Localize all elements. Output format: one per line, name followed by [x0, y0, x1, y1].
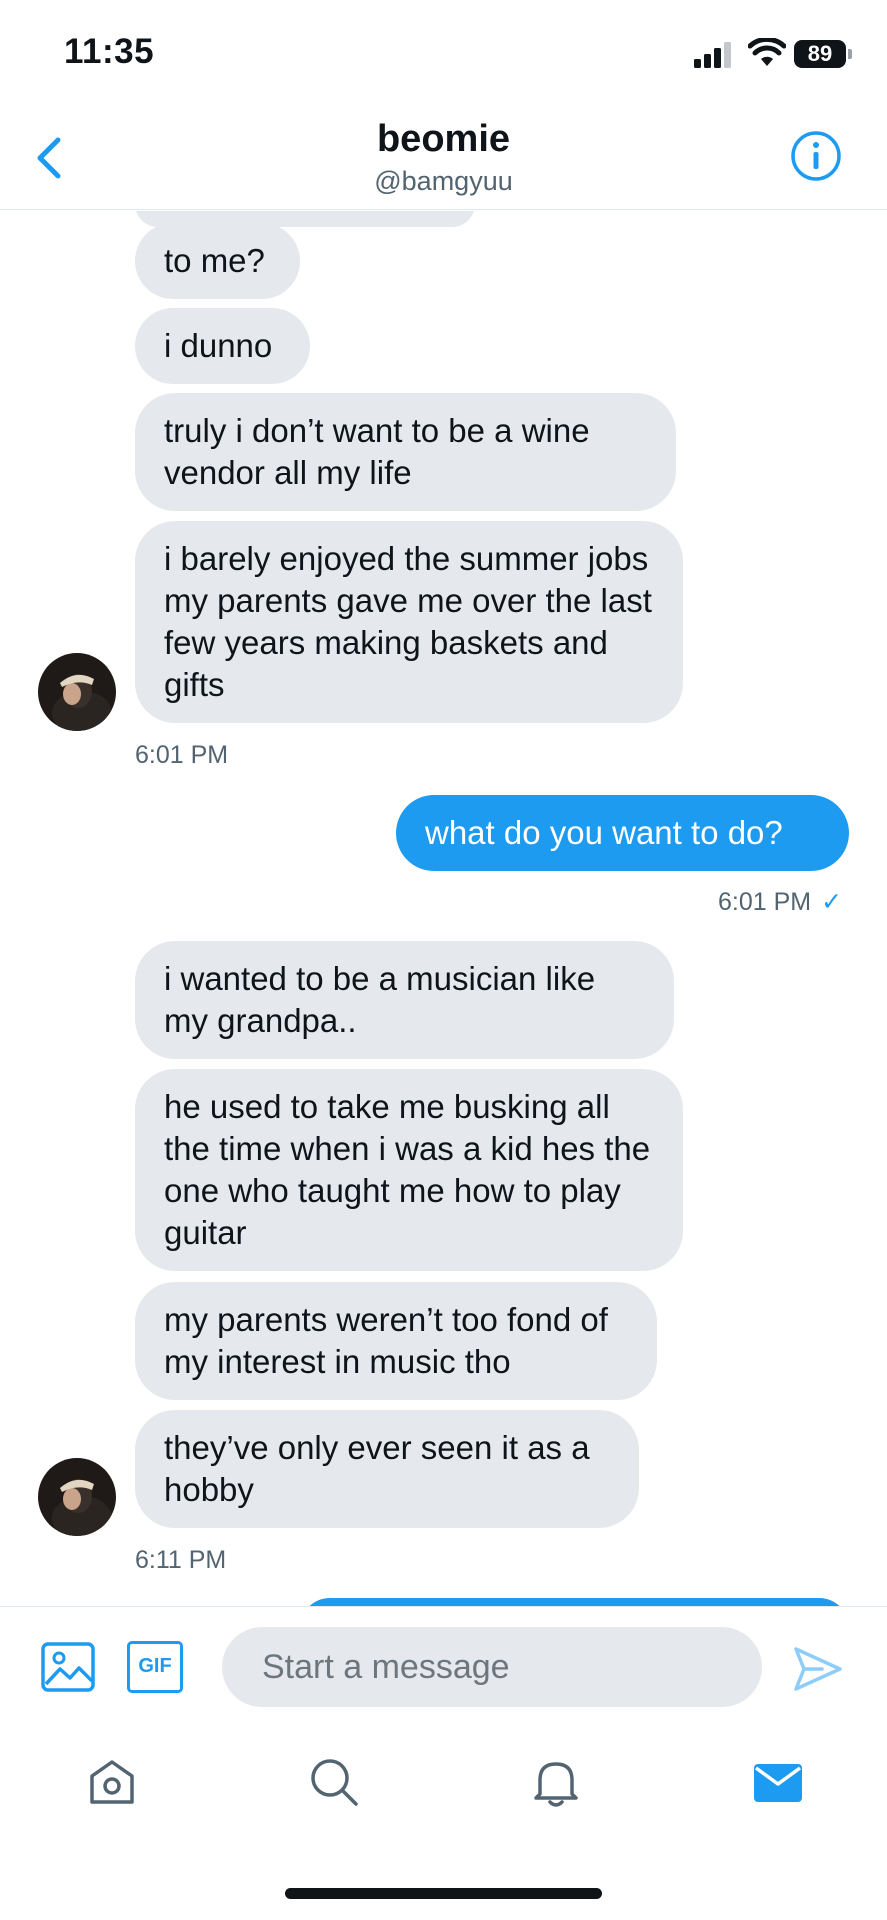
- message-input[interactable]: [222, 1627, 762, 1707]
- wifi-icon: [748, 38, 786, 66]
- message-bubble-received[interactable]: i barely enjoyed the summer jobs my pare…: [135, 521, 683, 723]
- conversation-handle: @bamgyuu: [374, 166, 513, 196]
- info-icon[interactable]: [790, 130, 842, 182]
- message-bubble-received[interactable]: to me?: [135, 223, 300, 299]
- message-list[interactable]: to me? i dunno truly i don’t want to be …: [0, 211, 887, 1606]
- notifications-bell-icon[interactable]: [528, 1754, 584, 1810]
- avatar[interactable]: [38, 1458, 116, 1536]
- message-bubble-received[interactable]: i dunno: [135, 308, 310, 384]
- battery-tip: [848, 49, 852, 59]
- status-time: 11:35: [64, 32, 155, 71]
- sent-timestamp-row: 6:01 PM ✓: [718, 887, 842, 917]
- gif-icon[interactable]: GIF: [127, 1641, 183, 1693]
- message-bubble-received[interactable]: they’ve only ever seen it as a hobby: [135, 1410, 639, 1528]
- message-timestamp: 6:01 PM: [718, 888, 812, 916]
- sent-check-icon: ✓: [821, 888, 843, 916]
- message-bubble-sent-partial[interactable]: [300, 1598, 849, 1606]
- message-timestamp: 6:11 PM: [135, 1546, 227, 1574]
- message-timestamp: 6:01 PM: [135, 741, 229, 769]
- avatar-image: [38, 653, 116, 731]
- message-bubble-received[interactable]: truly i don’t want to be a wine vendor a…: [135, 393, 676, 511]
- conversation-header: beomie @bamgyuu: [0, 110, 887, 210]
- send-icon[interactable]: [792, 1645, 844, 1693]
- message-composer: GIF: [0, 1606, 887, 1724]
- image-icon[interactable]: [40, 1641, 96, 1693]
- battery-icon: 89: [794, 40, 852, 68]
- message-bubble-received[interactable]: i wanted to be a musician like my grandp…: [135, 941, 674, 1059]
- message-bubble-received[interactable]: he used to take me busking all the time …: [135, 1069, 683, 1271]
- message-bubble-sent[interactable]: what do you want to do?: [396, 795, 849, 871]
- battery-level: 89: [794, 40, 846, 68]
- avatar-image: [38, 1458, 116, 1536]
- conversation-name[interactable]: beomie: [0, 118, 887, 161]
- home-icon[interactable]: [84, 1754, 140, 1810]
- home-indicator: [285, 1888, 602, 1899]
- messages-envelope-icon[interactable]: [750, 1754, 806, 1810]
- message-bubble-received[interactable]: my parents weren’t too fond of my intere…: [135, 1282, 657, 1400]
- avatar[interactable]: [38, 653, 116, 731]
- search-icon[interactable]: [306, 1754, 362, 1810]
- signal-icon: [694, 42, 731, 68]
- status-bar: 11:35 89: [0, 0, 887, 110]
